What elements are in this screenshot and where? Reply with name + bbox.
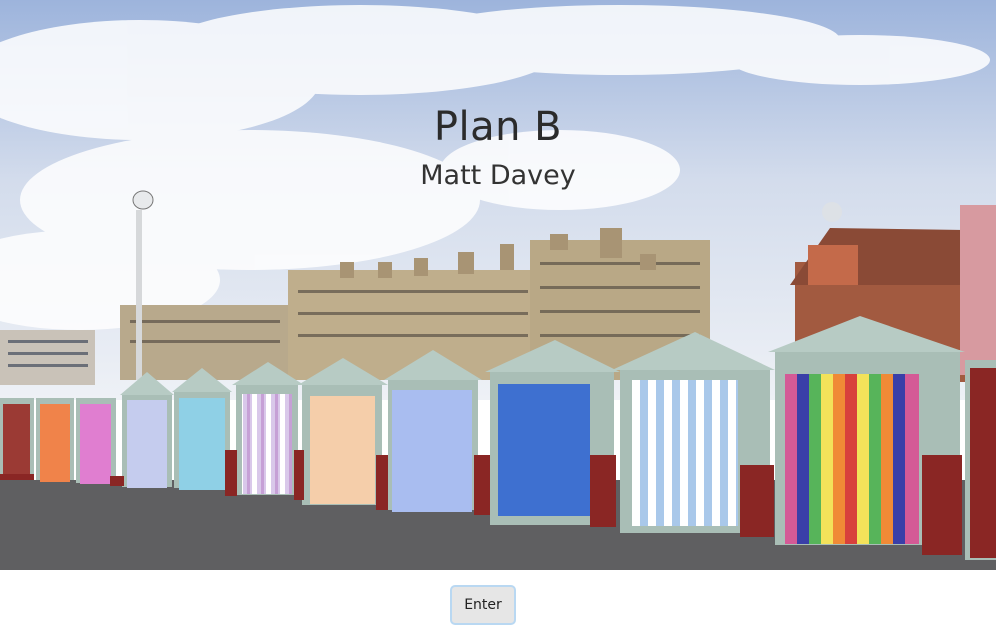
- page-title: Plan B: [433, 104, 563, 150]
- hero-banner: Plan B Matt Davey: [0, 0, 996, 570]
- enter-button[interactable]: Enter: [450, 585, 516, 625]
- beach-huts-photo: [0, 0, 996, 570]
- author-name: Matt Davey: [420, 160, 576, 191]
- footer-bar: Enter: [0, 570, 996, 634]
